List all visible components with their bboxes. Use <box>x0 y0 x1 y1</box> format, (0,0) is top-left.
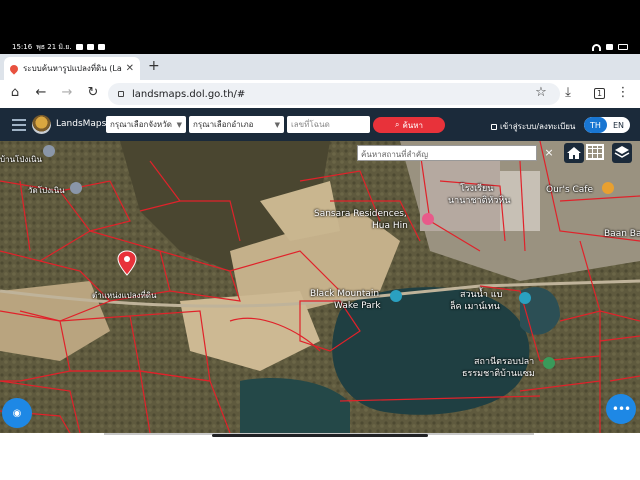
map-label-sansara-1: Sansara Residences, <box>314 209 407 219</box>
tab-title: ระบบค้นหารูปแปลงที่ดิน (Lands <box>23 64 122 73</box>
login-link[interactable]: เข้าสู่ระบบ/ลงทะเบียน <box>491 120 575 133</box>
map-layers-button[interactable] <box>612 143 632 163</box>
map-label-black-mountain-1: Black Mountain <box>310 289 380 299</box>
map-canvas <box>0 141 640 433</box>
download-icon[interactable]: ⤓ <box>561 86 575 100</box>
hamburger-menu-icon[interactable] <box>12 119 26 134</box>
status-date: พุธ 21 มิ.ย. <box>36 42 72 51</box>
more-fab[interactable]: ••• <box>606 394 636 424</box>
chevron-down-icon: ▼ <box>274 120 280 129</box>
gesture-nav-pill[interactable] <box>212 434 428 437</box>
province-select-label: กรุณาเลือกจังหวัด <box>110 120 172 129</box>
facebook-icon <box>86 44 94 50</box>
screen: 15:16 พุธ 21 มิ.ย. ระบบค้นหารูปแปลงที่ดิ… <box>0 0 640 480</box>
language-toggle: TH EN <box>584 117 630 133</box>
back-icon[interactable]: ← <box>34 86 48 100</box>
location-fab[interactable]: ◉ <box>2 398 32 428</box>
place-search-input[interactable]: ค้นหาสถานที่สำคัญ <box>357 145 537 161</box>
menu-dots-icon[interactable]: ⋮ <box>616 86 630 100</box>
wifi-icon <box>592 43 601 51</box>
map-pin-favicon-icon <box>8 62 20 75</box>
map-home-button[interactable] <box>564 143 584 163</box>
map-label-ours-cafe: Our's Cafe <box>546 185 594 195</box>
status-bar: 15:16 พุธ 21 มิ.ย. <box>0 40 640 54</box>
system-nav-area <box>0 433 640 480</box>
close-notify-icon <box>606 44 613 50</box>
tab-strip: ระบบค้นหารูปแปลงที่ดิน (Lands ✕ <box>0 54 640 80</box>
brand-name: LandsMaps <box>56 119 107 129</box>
browser-tab[interactable]: ระบบค้นหารูปแปลงที่ดิน (Lands ✕ <box>4 57 140 80</box>
search-icon: ⌕ <box>394 120 400 129</box>
lock-icon <box>118 91 124 97</box>
map-label-sansara-2: Hua Hin <box>372 221 408 231</box>
clear-search-icon[interactable]: × <box>540 145 558 161</box>
map-label-baan-ba: Baan Ba <box>604 229 640 239</box>
grid-toggle-icon[interactable] <box>586 144 604 160</box>
search-button[interactable]: ⌕ ค้นหา <box>373 117 445 133</box>
lang-en-button[interactable]: EN <box>607 117 630 133</box>
more-icon: ••• <box>611 402 631 416</box>
layers-icon <box>614 146 630 158</box>
search-button-label: ค้นหา <box>402 120 424 130</box>
tab-count-icon[interactable]: 1 <box>594 88 605 99</box>
status-time: 15:16 <box>12 43 33 51</box>
url-bar[interactable]: landsmaps.dol.go.th/# <box>108 83 560 105</box>
map-label-black-mountain-2: Wake Park <box>334 301 381 311</box>
province-select[interactable]: กรุณาเลือกจังหวัด ▼ <box>106 116 186 133</box>
login-label: เข้าสู่ระบบ/ลงทะเบียน <box>500 122 576 131</box>
deed-number-input[interactable]: เลขที่โฉนด <box>287 116 370 133</box>
map-label-marker: ตำแหน่งแปลงที่ดิน <box>92 291 157 300</box>
map-label-station-2: ธรรมชาติบ้านแซม <box>462 369 535 379</box>
district-select-label: กรุณาเลือกอำเภอ <box>193 120 254 129</box>
location-icon: ◉ <box>12 407 22 419</box>
home-icon <box>567 147 581 159</box>
map-label-topleft: บ้านโป่งเนิน <box>0 155 42 164</box>
battery-icon <box>618 44 628 50</box>
district-select[interactable]: กรุณาเลือกอำเภอ ▼ <box>189 116 284 133</box>
deed-number-placeholder: เลขที่โฉนด <box>291 120 330 129</box>
tab-close-icon[interactable]: ✕ <box>126 63 134 74</box>
letterbox-top <box>0 0 640 40</box>
bookmark-star-icon[interactable]: ☆ <box>534 86 548 100</box>
map-label-water-park-2: ล็ค เมาน์เทน <box>450 302 500 312</box>
cloud-icon <box>75 44 83 50</box>
image-icon <box>97 44 105 50</box>
new-tab-icon[interactable]: + <box>148 58 160 74</box>
lang-th-button[interactable]: TH <box>584 117 607 133</box>
satellite-map[interactable]: บ้านโป่งเนิน วัดโป่งเนิน ตำแหน่งแปลงที่ด… <box>0 141 640 433</box>
url-text: landsmaps.dol.go.th/# <box>132 88 246 100</box>
map-label-temple: วัดโป่งเนิน <box>28 186 65 195</box>
map-label-school-2: นานาชาติหัวหิน <box>448 196 511 206</box>
lock-icon <box>491 123 497 130</box>
reload-icon[interactable]: ↻ <box>86 86 100 100</box>
dol-logo <box>32 115 51 134</box>
forward-icon[interactable]: → <box>60 86 74 100</box>
chevron-down-icon: ▼ <box>176 120 182 129</box>
home-icon[interactable]: ⌂ <box>8 86 22 100</box>
